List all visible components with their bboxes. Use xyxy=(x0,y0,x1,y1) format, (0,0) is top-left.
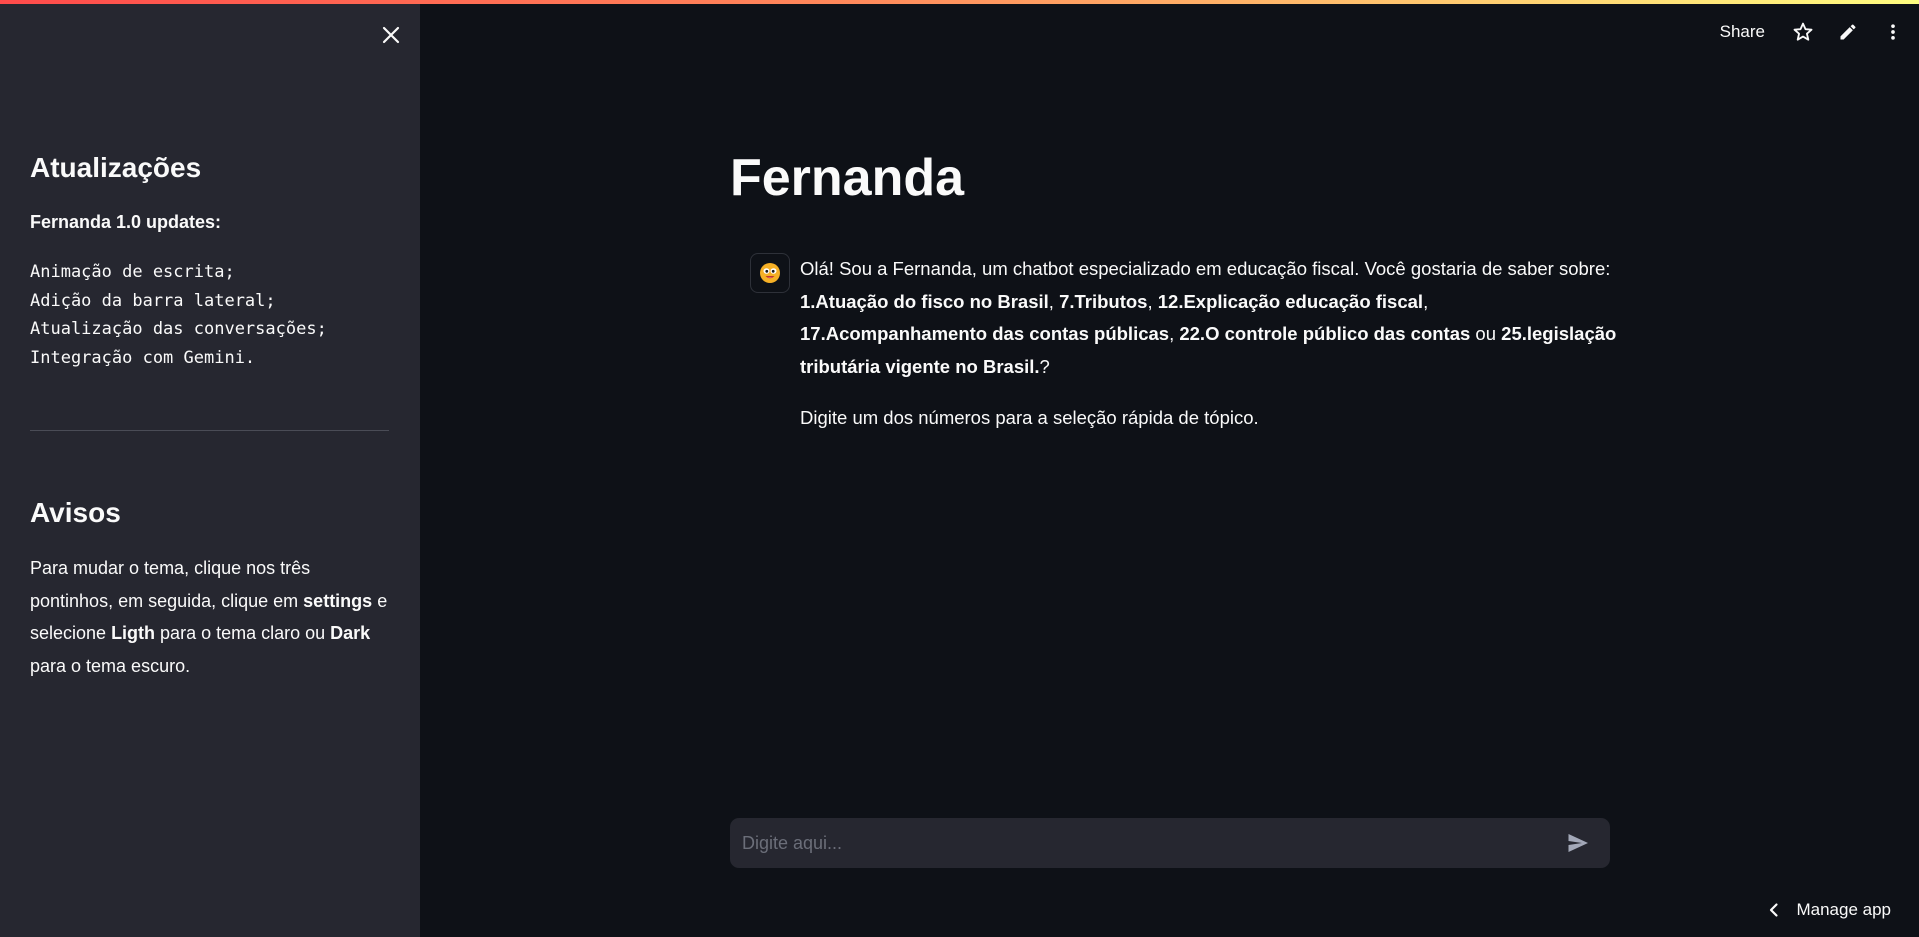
notice-dark-emphasis: Dark xyxy=(330,623,371,643)
chevron-left-icon xyxy=(1766,902,1782,918)
chat-input[interactable] xyxy=(730,818,1558,868)
updates-heading: Atualizações xyxy=(30,152,202,183)
favorite-button[interactable] xyxy=(1789,18,1817,46)
notices-heading: Avisos xyxy=(30,497,121,528)
share-button[interactable]: Share xyxy=(1720,22,1765,42)
close-icon xyxy=(382,26,400,44)
notice-settings-emphasis: settings xyxy=(303,590,373,611)
sidebar-divider xyxy=(30,430,389,431)
message-separator: , xyxy=(1048,290,1060,312)
notice-text-part: para o tema claro ou xyxy=(155,623,331,643)
manage-app-label: Manage app xyxy=(1796,900,1891,919)
notice-text-part: Para mudar o tema, clique nos três ponti… xyxy=(30,558,311,611)
topic-option: 1.Atuação do fisco no Brasil xyxy=(800,290,1049,312)
top-decoration-bar xyxy=(0,0,1919,4)
page-title: Fernanda xyxy=(730,149,965,207)
bot-face-icon xyxy=(760,263,780,283)
message-intro: Olá! Sou a Fernanda, um chatbot especial… xyxy=(800,258,1611,279)
topic-option: 7.Tributos xyxy=(1059,290,1148,312)
edit-pencil-icon xyxy=(1840,24,1856,40)
assistant-message: Olá! Sou a Fernanda, um chatbot especial… xyxy=(800,253,1620,435)
message-paragraph: Olá! Sou a Fernanda, um chatbot especial… xyxy=(800,253,1620,383)
update-line: Adição da barra lateral; xyxy=(30,290,276,311)
notice-paragraph: Para mudar o tema, clique nos três ponti… xyxy=(30,552,392,682)
more-vertical-icon xyxy=(1891,24,1895,40)
header-toolbar: Share xyxy=(1720,14,1919,50)
update-line: Atualização das conversações; xyxy=(30,319,327,339)
message-separator: , xyxy=(1169,323,1180,344)
update-line: Integração com Gemini. xyxy=(30,347,256,368)
topic-option: 17.Acompanhamento das contas públicas xyxy=(800,323,1170,344)
topic-option: 22.O controle público das contas xyxy=(1179,323,1471,344)
send-button[interactable] xyxy=(1558,823,1598,863)
notice-text-part: para o tema escuro. xyxy=(30,655,191,676)
message-separator: , xyxy=(1147,290,1158,312)
updates-code-block: Animação de escrita; Adição da barra late… xyxy=(30,258,327,372)
topic-option: 12.Explicação educação fiscal xyxy=(1157,290,1424,312)
updates-subtitle: Fernanda 1.0 updates: xyxy=(30,212,222,232)
message-hint: Digite um dos números para a seleção ráp… xyxy=(800,407,1259,428)
notice-light-emphasis: Ligth xyxy=(111,623,156,643)
star-icon xyxy=(1793,22,1813,41)
main-menu-button[interactable] xyxy=(1879,18,1907,46)
sidebar: Atualizações Fernanda 1.0 updates: Anima… xyxy=(0,0,420,937)
chat-input-container xyxy=(730,818,1610,868)
message-separator: , xyxy=(1423,290,1429,312)
update-line: Animação de escrita; xyxy=(30,262,235,282)
close-sidebar-button[interactable] xyxy=(378,22,404,48)
send-icon xyxy=(1568,834,1588,852)
edit-button[interactable] xyxy=(1834,18,1862,46)
message-separator: ou xyxy=(1470,323,1502,344)
assistant-avatar xyxy=(750,253,790,293)
message-end: ? xyxy=(1039,355,1050,377)
manage-app-button[interactable]: Manage app xyxy=(1766,896,1891,924)
